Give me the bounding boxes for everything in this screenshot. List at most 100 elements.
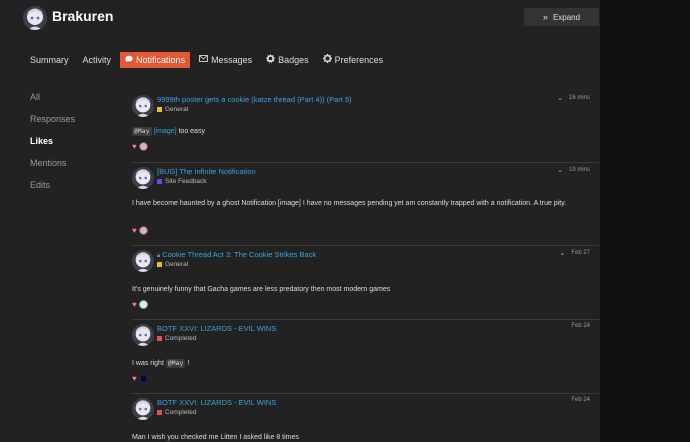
user-mention[interactable]: @May <box>165 359 186 368</box>
likes-row: ♥ <box>132 300 148 309</box>
expand-button[interactable]: » Expand <box>524 8 599 26</box>
category-badge[interactable]: General <box>157 106 188 113</box>
author-avatar[interactable] <box>132 398 154 420</box>
category-badge[interactable]: Completed <box>157 409 196 416</box>
heart-icon: ♥ <box>132 299 137 309</box>
avatar-image <box>132 95 154 117</box>
avatar-image <box>23 6 47 30</box>
tab-summary[interactable]: Summary <box>24 52 74 68</box>
author-avatar[interactable] <box>132 250 154 272</box>
likes-row: ♥ <box>132 226 148 235</box>
badge-icon <box>266 54 276 65</box>
avatar-image <box>132 167 154 189</box>
excerpt-text: too easy <box>178 128 205 135</box>
list-item: [BUG] The Infinite Notification Site Fee… <box>131 163 599 246</box>
envelope-icon <box>199 55 208 64</box>
category-label: Completed <box>165 409 197 416</box>
chevron-down-icon[interactable]: ⌄ <box>557 166 563 174</box>
post-time: 19 mins <box>568 167 590 173</box>
topic-title-text: Cookie Thread Act 3: The Cookie Strikes … <box>162 250 317 259</box>
post-meta: Feb 24 <box>571 323 590 329</box>
category-color-square <box>157 410 162 415</box>
sidebar-item-responses[interactable]: Responses <box>30 114 75 136</box>
post-excerpt: Man I wish you checked me Litten I asked… <box>132 432 592 442</box>
avatar-image <box>132 250 154 272</box>
list-item: 9999th poster gets a cookie (katze threa… <box>131 91 599 163</box>
post-meta: Feb 24 <box>571 397 590 403</box>
author-avatar[interactable] <box>132 324 154 346</box>
excerpt-text: I have become haunted by a ghost Notific… <box>132 200 567 207</box>
liker-avatar[interactable] <box>138 226 148 235</box>
chevrons-icon: » <box>542 12 548 22</box>
heart-icon: ♥ <box>132 373 137 383</box>
post-excerpt: I was right @May ! <box>132 358 592 370</box>
category-color-square <box>157 262 162 267</box>
tab-activity[interactable]: Activity <box>78 52 117 68</box>
comment-icon <box>125 55 133 65</box>
category-label: General <box>165 261 189 268</box>
sidebar-item-edits[interactable]: Edits <box>30 180 75 202</box>
topic-title-link[interactable]: BOTF XXVI: LIZARDS - EVIL WINS <box>157 324 276 333</box>
category-color-square <box>157 179 162 184</box>
category-label: Site Feedback <box>165 178 207 185</box>
gear-icon <box>322 54 332 65</box>
lock-icon: 🔒︎ <box>157 253 161 259</box>
post-excerpt: @May [image] too easy <box>132 126 592 138</box>
heart-icon: ♥ <box>132 225 137 235</box>
username: Brakuren <box>52 8 114 24</box>
image-link[interactable]: [image] <box>154 128 177 135</box>
author-avatar[interactable] <box>132 167 154 189</box>
list-item: 🔒︎ Cookie Thread Act 3: The Cookie Strike… <box>131 246 599 320</box>
post-excerpt: I have become haunted by a ghost Notific… <box>132 198 592 210</box>
topic-title-link[interactable]: BOTF XXVI: LIZARDS - EVIL WINS <box>157 398 276 407</box>
tab-preferences[interactable]: Preferences <box>318 51 389 68</box>
avatar-image <box>132 398 154 420</box>
sidebar-item-likes[interactable]: Likes <box>30 136 75 158</box>
tab-label: Activity <box>82 54 112 65</box>
excerpt-text: It’s genuinely funny that Gacha games ar… <box>132 286 391 293</box>
avatar-image <box>132 324 154 346</box>
tab-badges[interactable]: Badges <box>261 51 314 68</box>
user-mention[interactable]: @May <box>132 127 152 136</box>
notifications-filter-nav: All Responses Likes Mentions Edits <box>30 92 75 202</box>
expand-label: Expand <box>552 12 581 22</box>
author-avatar[interactable] <box>132 95 154 117</box>
category-badge[interactable]: Completed <box>157 335 196 342</box>
category-color-square <box>157 336 162 341</box>
topic-title-link[interactable]: [BUG] The Infinite Notification <box>157 167 256 176</box>
excerpt-text: Man I wish you checked me Litten I asked… <box>132 434 299 441</box>
list-item: BOTF XXVI: LIZARDS - EVIL WINS Completed… <box>131 394 599 442</box>
page: Brakuren » Expand Summary Activity Notif… <box>0 0 690 442</box>
chevron-down-icon[interactable]: ⌄ <box>557 94 563 102</box>
topic-title-link[interactable]: 9999th poster gets a cookie (katze threa… <box>157 95 352 104</box>
post-time: Feb 27 <box>571 250 590 256</box>
category-badge[interactable]: General <box>157 261 188 268</box>
user-avatar[interactable] <box>23 6 47 30</box>
sidebar-item-all[interactable]: All <box>30 92 75 114</box>
tab-label: Summary <box>30 54 69 65</box>
topic-title-link[interactable]: 🔒︎ Cookie Thread Act 3: The Cookie Strike… <box>157 250 316 260</box>
tab-messages[interactable]: Messages <box>194 52 257 68</box>
chevron-down-icon[interactable]: ⌄ <box>559 249 565 257</box>
category-label: General <box>165 106 189 113</box>
heart-icon: ♥ <box>132 141 137 151</box>
post-time: 16 mins <box>568 95 590 101</box>
liker-avatar[interactable] <box>138 142 148 151</box>
post-meta: ⌄ 19 mins <box>557 166 590 174</box>
category-badge[interactable]: Site Feedback <box>157 178 207 185</box>
tab-label: Messages <box>211 54 253 65</box>
sidebar-item-mentions[interactable]: Mentions <box>30 158 75 180</box>
likes-feed: 9999th poster gets a cookie (katze threa… <box>131 91 599 442</box>
category-label: Completed <box>165 335 197 342</box>
likes-row: ♥ <box>132 374 148 383</box>
post-time: Feb 24 <box>571 323 590 329</box>
list-item: BOTF XXVI: LIZARDS - EVIL WINS Completed… <box>131 320 599 394</box>
tab-notifications[interactable]: Notifications <box>120 51 191 68</box>
tab-label: Notifications <box>136 54 186 65</box>
excerpt-tail: ! <box>187 360 190 367</box>
liker-avatar[interactable] <box>138 300 148 309</box>
likes-row: ♥ <box>132 142 148 151</box>
main-column: Brakuren » Expand Summary Activity Notif… <box>0 0 600 442</box>
profile-tabs: Summary Activity Notifications Messages … <box>24 51 392 68</box>
liker-avatar[interactable] <box>138 374 148 383</box>
